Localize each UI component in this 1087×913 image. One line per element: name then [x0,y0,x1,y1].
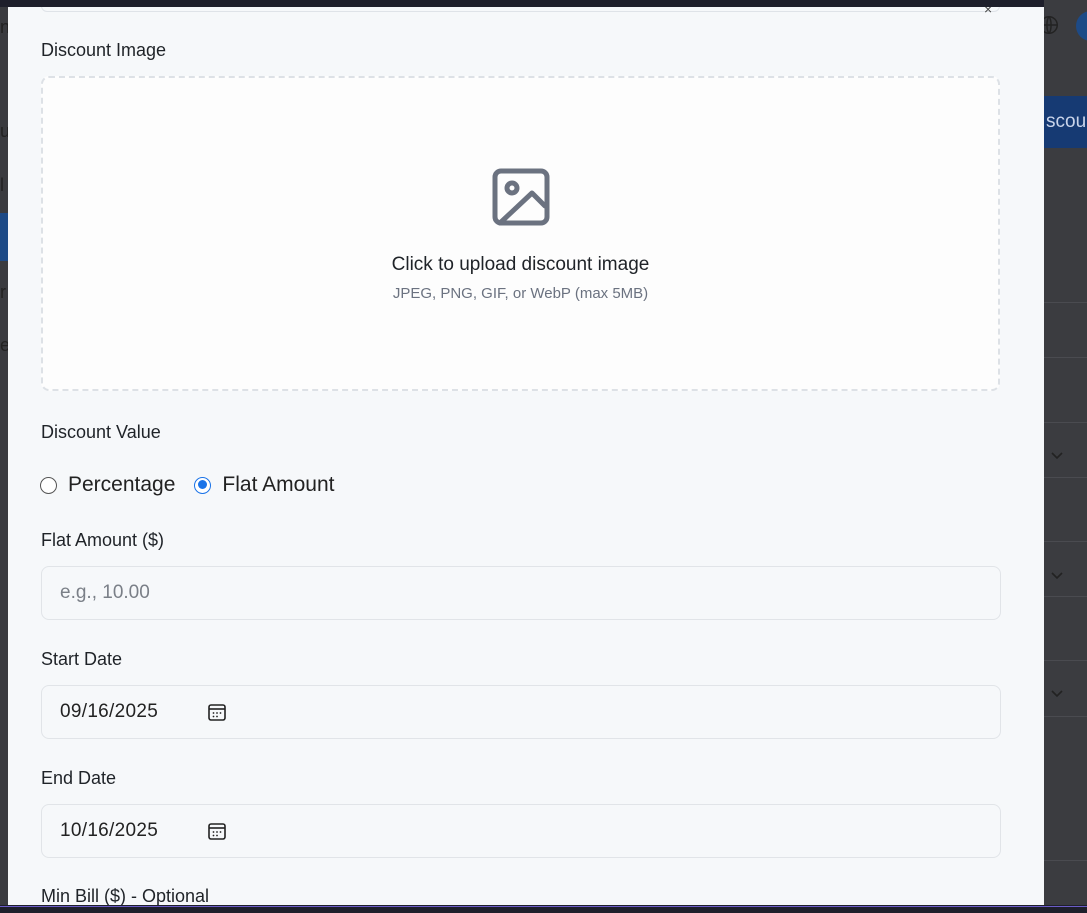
background-text-fragment: r [0,282,6,302]
min-bill-label: Min Bill ($) - Optional [41,886,210,906]
flat-amount-placeholder: e.g., 10.00 [60,582,150,603]
background-text-fragment: l [0,175,4,195]
start-date-label: Start Date [41,649,123,669]
background-add-discount-button: scoun [1044,96,1087,148]
discount-image-label: Discount Image [41,40,167,60]
bottom-edge-line [0,906,1087,907]
discount-type-radio-group: Percentage Flat Amount [40,472,353,498]
chevron-down-icon [1051,572,1063,580]
upload-dropzone[interactable]: Click to upload discount image JPEG, PNG… [41,76,1000,391]
upload-title: Click to upload discount image [391,254,650,275]
flat-amount-radio[interactable] [194,476,212,494]
flat-amount-radio-label[interactable]: Flat Amount [222,473,334,497]
start-date-input[interactable]: 09/16/2025 [41,685,1001,739]
percentage-radio-label[interactable]: Percentage [68,473,175,497]
flat-amount-label: Flat Amount ($) [41,530,165,550]
percentage-radio[interactable] [40,476,57,494]
end-date-input[interactable]: 10/16/2025 [41,804,1001,858]
calendar-icon[interactable] [207,702,227,722]
start-date-value: 09/16/2025 [60,701,159,722]
flat-amount-input[interactable]: e.g., 10.00 [41,566,1001,620]
chevron-down-icon [1051,690,1063,698]
end-date-value: 10/16/2025 [60,820,159,841]
discount-modal: × Discount Image Click to upload discoun… [8,7,1044,907]
discount-value-label: Discount Value [41,422,161,442]
close-button[interactable]: × [984,7,992,17]
background-active-item [0,213,8,261]
previous-field-edge [41,7,1000,12]
chevron-down-icon [1051,452,1063,460]
image-icon [492,168,550,226]
end-date-label: End Date [41,768,117,788]
upload-hint: JPEG, PNG, GIF, or WebP (max 5MB) [392,285,649,302]
calendar-icon[interactable] [207,821,227,841]
